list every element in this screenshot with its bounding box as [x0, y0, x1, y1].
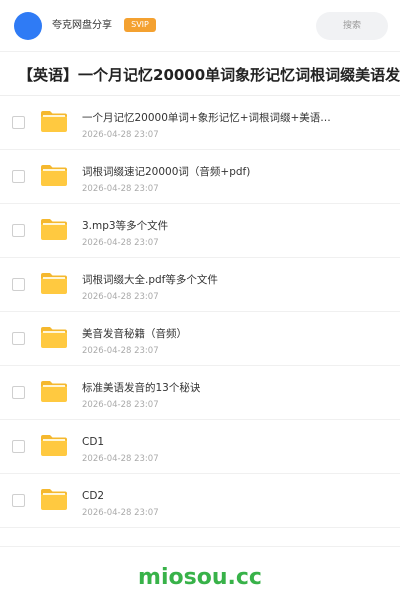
file-date: 2026-04-28 23:07: [82, 238, 159, 248]
file-name[interactable]: 词根词缀大全.pdf等多个文件: [82, 273, 382, 287]
folder-icon: [40, 109, 68, 133]
select-checkbox[interactable]: [12, 278, 25, 291]
select-checkbox[interactable]: [12, 386, 25, 399]
select-checkbox[interactable]: [12, 494, 25, 507]
watermark-logo: miosou.cc: [138, 565, 262, 590]
select-checkbox[interactable]: [12, 440, 25, 453]
folder-icon: [40, 163, 68, 187]
file-date: 2026-04-28 23:07: [82, 184, 159, 194]
folder-icon: [40, 217, 68, 241]
file-row[interactable]: 词根词缀速记20000词（音频+pdf) 2026-04-28 23:07: [0, 150, 400, 204]
select-checkbox[interactable]: [12, 224, 25, 237]
select-checkbox[interactable]: [12, 170, 25, 183]
file-row[interactable]: 美音发音秘籍（音频） 2026-04-28 23:07: [0, 312, 400, 366]
search-button[interactable]: 搜索: [316, 12, 388, 40]
file-row[interactable]: CD2 2026-04-28 23:07: [0, 474, 400, 528]
file-name[interactable]: 标准美语发音的13个秘诀: [82, 381, 382, 395]
file-date: 2026-04-28 23:07: [82, 508, 159, 518]
folder-icon: [40, 487, 68, 511]
file-date: 2026-04-28 23:07: [82, 130, 159, 140]
file-date: 2026-04-28 23:07: [82, 400, 159, 410]
select-checkbox[interactable]: [12, 116, 25, 129]
top-bar: 夸克网盘分享 SVIP 搜索: [0, 0, 400, 52]
folder-icon: [40, 325, 68, 349]
file-name[interactable]: CD1: [82, 435, 382, 449]
footer: miosou.cc: [0, 546, 400, 600]
file-name[interactable]: 一个月记忆20000单词+象形记忆+词根词缀+美语…: [82, 111, 382, 125]
file-row[interactable]: 3.mp3等多个文件 2026-04-28 23:07: [0, 204, 400, 258]
file-date: 2026-04-28 23:07: [82, 292, 159, 302]
file-name[interactable]: CD2: [82, 489, 382, 503]
file-row[interactable]: 标准美语发音的13个秘诀 2026-04-28 23:07: [0, 366, 400, 420]
folder-icon: [40, 271, 68, 295]
folder-icon: [40, 433, 68, 457]
file-row[interactable]: CD1 2026-04-28 23:07: [0, 420, 400, 474]
file-list: 一个月记忆20000单词+象形记忆+词根词缀+美语… 2026-04-28 23:…: [0, 96, 400, 528]
file-row[interactable]: 一个月记忆20000单词+象形记忆+词根词缀+美语… 2026-04-28 23:…: [0, 96, 400, 150]
file-row[interactable]: 词根词缀大全.pdf等多个文件 2026-04-28 23:07: [0, 258, 400, 312]
sharer-name: 夸克网盘分享: [52, 20, 112, 31]
file-date: 2026-04-28 23:07: [82, 454, 159, 464]
share-title: 【英语】一个月记忆20000单词象形记忆词根词缀美语发音: [18, 66, 400, 84]
file-name[interactable]: 3.mp3等多个文件: [82, 219, 382, 233]
avatar[interactable]: [14, 12, 42, 40]
folder-icon: [40, 379, 68, 403]
file-name[interactable]: 词根词缀速记20000词（音频+pdf): [82, 165, 382, 179]
file-name[interactable]: 美音发音秘籍（音频）: [82, 327, 382, 341]
svip-badge: SVIP: [124, 18, 156, 32]
select-checkbox[interactable]: [12, 332, 25, 345]
file-date: 2026-04-28 23:07: [82, 346, 159, 356]
